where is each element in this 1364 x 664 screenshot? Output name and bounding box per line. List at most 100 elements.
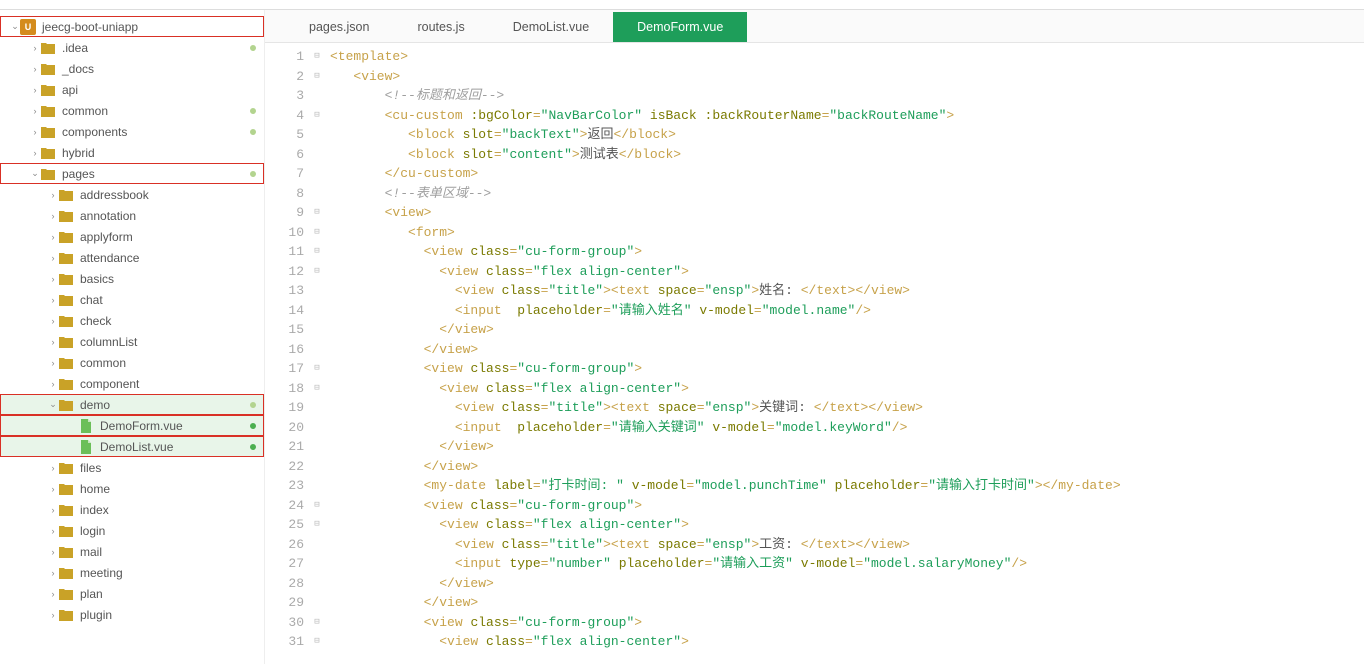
fold-toggle[interactable]	[310, 145, 324, 165]
code-line[interactable]: </view>	[330, 457, 1364, 477]
code-content[interactable]: <template> <view> <!--标题和返回--> <cu-custo…	[324, 43, 1364, 664]
fold-toggle[interactable]: ⊟	[310, 67, 324, 87]
fold-toggle[interactable]: ⊟	[310, 359, 324, 379]
code-line[interactable]: <view class="flex align-center">	[330, 262, 1364, 282]
code-line[interactable]: <view class="title"><text space="ensp">姓…	[330, 281, 1364, 301]
code-line[interactable]: <view class="flex align-center">	[330, 515, 1364, 535]
editor-tab[interactable]: routes.js	[393, 12, 488, 42]
code-line[interactable]: <!--标题和返回-->	[330, 86, 1364, 106]
fold-gutter[interactable]: ⊟⊟ ⊟ ⊟⊟⊟⊟ ⊟⊟ ⊟⊟ ⊟⊟	[310, 43, 324, 664]
fold-toggle[interactable]: ⊟	[310, 47, 324, 67]
code-line[interactable]: <view class="cu-form-group">	[330, 496, 1364, 516]
fold-toggle[interactable]: ⊟	[310, 613, 324, 633]
code-line[interactable]: <view class="flex align-center">	[330, 379, 1364, 399]
code-line[interactable]: <my-date label="打卡时间: " v-model="model.p…	[330, 476, 1364, 496]
fold-toggle[interactable]	[310, 574, 324, 594]
code-line[interactable]: </cu-custom>	[330, 164, 1364, 184]
tree-folder[interactable]: › login	[0, 520, 264, 541]
code-line[interactable]: <view class="flex align-center">	[330, 632, 1364, 652]
tree-folder[interactable]: › components	[0, 121, 264, 142]
code-line[interactable]: <!--表单区域-->	[330, 184, 1364, 204]
tree-folder[interactable]: › plugin	[0, 604, 264, 625]
fold-toggle[interactable]	[310, 184, 324, 204]
code-line[interactable]: <input type="number" placeholder="请输入工资"…	[330, 554, 1364, 574]
tree-folder[interactable]: › home	[0, 478, 264, 499]
tree-folder[interactable]: › component	[0, 373, 264, 394]
editor-tab[interactable]: DemoForm.vue	[613, 12, 747, 42]
code-line[interactable]: <form>	[330, 223, 1364, 243]
tree-folder[interactable]: › files	[0, 457, 264, 478]
code-line[interactable]: </view>	[330, 340, 1364, 360]
editor-tab[interactable]: DemoList.vue	[489, 12, 613, 42]
code-line[interactable]: </view>	[330, 320, 1364, 340]
code-editor[interactable]: 1234567891011121314151617181920212223242…	[265, 43, 1364, 664]
tree-file[interactable]: DemoForm.vue	[0, 415, 264, 436]
editor-tab[interactable]: pages.json	[285, 12, 393, 42]
code-line[interactable]: <view class="cu-form-group">	[330, 242, 1364, 262]
tree-folder[interactable]: › basics	[0, 268, 264, 289]
tree-folder[interactable]: › hybrid	[0, 142, 264, 163]
fold-toggle[interactable]: ⊟	[310, 203, 324, 223]
code-line[interactable]: <view>	[330, 203, 1364, 223]
fold-toggle[interactable]: ⊟	[310, 242, 324, 262]
code-line[interactable]: <cu-custom :bgColor="NavBarColor" isBack…	[330, 106, 1364, 126]
fold-toggle[interactable]	[310, 457, 324, 477]
tree-folder[interactable]: › annotation	[0, 205, 264, 226]
code-line[interactable]: </view>	[330, 574, 1364, 594]
fold-toggle[interactable]	[310, 86, 324, 106]
tree-folder[interactable]: › api	[0, 79, 264, 100]
fold-toggle[interactable]	[310, 320, 324, 340]
code-line[interactable]: <block slot="content">测试表</block>	[330, 145, 1364, 165]
tree-folder[interactable]: › attendance	[0, 247, 264, 268]
tree-folder[interactable]: › chat	[0, 289, 264, 310]
tree-folder[interactable]: › common	[0, 352, 264, 373]
fold-toggle[interactable]: ⊟	[310, 223, 324, 243]
tree-folder[interactable]: › addressbook	[0, 184, 264, 205]
tree-folder[interactable]: › plan	[0, 583, 264, 604]
tree-folder[interactable]: › columnList	[0, 331, 264, 352]
tree-folder[interactable]: › _docs	[0, 58, 264, 79]
tree-folder[interactable]: › meeting	[0, 562, 264, 583]
tree-folder[interactable]: › check	[0, 310, 264, 331]
fold-toggle[interactable]: ⊟	[310, 379, 324, 399]
fold-toggle[interactable]	[310, 301, 324, 321]
tree-folder-demo[interactable]: ⌄ demo	[0, 394, 264, 415]
tree-folder-pages[interactable]: ⌄ pages	[0, 163, 264, 184]
tree-project-root[interactable]: ⌄ U jeecg-boot-uniapp	[0, 16, 264, 37]
code-line[interactable]: <view class="title"><text space="ensp">关…	[330, 398, 1364, 418]
project-tree[interactable]: ⌄ U jeecg-boot-uniapp › .idea › _docs › …	[0, 10, 265, 664]
tree-folder[interactable]: › applyform	[0, 226, 264, 247]
fold-toggle[interactable]	[310, 535, 324, 555]
fold-toggle[interactable]: ⊟	[310, 106, 324, 126]
code-line[interactable]: </view>	[330, 593, 1364, 613]
tree-folder[interactable]: › index	[0, 499, 264, 520]
fold-toggle[interactable]	[310, 398, 324, 418]
code-line[interactable]: <block slot="backText">返回</block>	[330, 125, 1364, 145]
code-line[interactable]: <template>	[330, 47, 1364, 67]
code-line[interactable]: </view>	[330, 437, 1364, 457]
fold-toggle[interactable]: ⊟	[310, 515, 324, 535]
line-number: 19	[265, 398, 304, 418]
code-line[interactable]: <input placeholder="请输入姓名" v-model="mode…	[330, 301, 1364, 321]
fold-toggle[interactable]: ⊟	[310, 496, 324, 516]
tree-folder[interactable]: › common	[0, 100, 264, 121]
fold-toggle[interactable]	[310, 164, 324, 184]
code-line[interactable]: <view>	[330, 67, 1364, 87]
tree-folder[interactable]: › mail	[0, 541, 264, 562]
fold-toggle[interactable]	[310, 125, 324, 145]
code-line[interactable]: <view class="cu-form-group">	[330, 613, 1364, 633]
fold-toggle[interactable]	[310, 418, 324, 438]
fold-toggle[interactable]	[310, 281, 324, 301]
fold-toggle[interactable]	[310, 437, 324, 457]
fold-toggle[interactable]	[310, 476, 324, 496]
fold-toggle[interactable]	[310, 340, 324, 360]
code-line[interactable]: <view class="title"><text space="ensp">工…	[330, 535, 1364, 555]
tree-file[interactable]: DemoList.vue	[0, 436, 264, 457]
fold-toggle[interactable]: ⊟	[310, 632, 324, 652]
tree-folder[interactable]: › .idea	[0, 37, 264, 58]
fold-toggle[interactable]: ⊟	[310, 262, 324, 282]
code-line[interactable]: <input placeholder="请输入关键词" v-model="mod…	[330, 418, 1364, 438]
code-line[interactable]: <view class="cu-form-group">	[330, 359, 1364, 379]
fold-toggle[interactable]	[310, 554, 324, 574]
fold-toggle[interactable]	[310, 593, 324, 613]
